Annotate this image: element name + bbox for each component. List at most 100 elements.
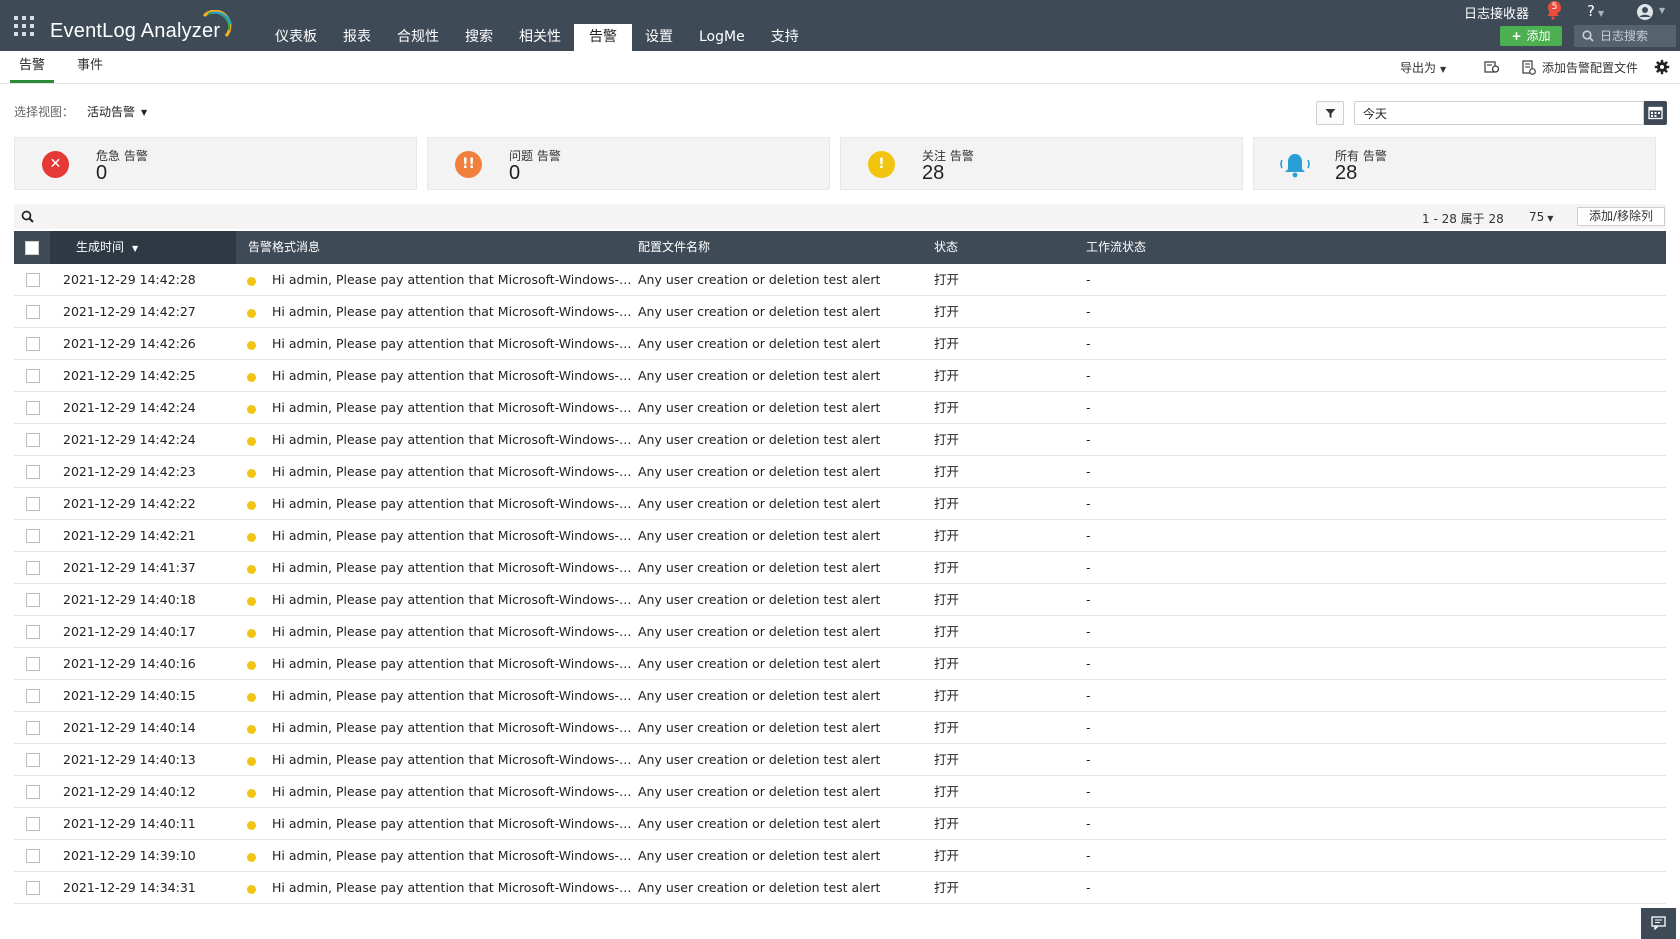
cell-profile[interactable]: Any user creation or deletion test alert — [638, 456, 880, 487]
cell-message[interactable]: Hi admin, Please pay attention that Micr… — [272, 648, 632, 679]
cell-profile[interactable]: Any user creation or deletion test alert — [638, 360, 880, 391]
table-row[interactable]: 2021-12-29 14:40:14 Hi admin, Please pay … — [14, 712, 1666, 744]
table-row[interactable]: 2021-12-29 14:42:27 Hi admin, Please pay … — [14, 296, 1666, 328]
table-row[interactable]: 2021-12-29 14:40:16 Hi admin, Please pay … — [14, 648, 1666, 680]
cell-profile[interactable]: Any user creation or deletion test alert — [638, 552, 880, 583]
cell-message[interactable]: Hi admin, Please pay attention that Micr… — [272, 808, 632, 839]
cell-message[interactable]: Hi admin, Please pay attention that Micr… — [272, 520, 632, 551]
row-checkbox[interactable] — [26, 785, 40, 799]
row-checkbox[interactable] — [26, 305, 40, 319]
table-row[interactable]: 2021-12-29 14:42:25 Hi admin, Please pay … — [14, 360, 1666, 392]
cell-profile[interactable]: Any user creation or deletion test alert — [638, 392, 880, 423]
row-checkbox[interactable] — [26, 593, 40, 607]
cell-message[interactable]: Hi admin, Please pay attention that Micr… — [272, 392, 632, 423]
table-row[interactable]: 2021-12-29 14:40:11 Hi admin, Please pay … — [14, 808, 1666, 840]
cell-profile[interactable]: Any user creation or deletion test alert — [638, 872, 880, 903]
report-view-icon[interactable] — [1484, 60, 1500, 74]
attention-alerts-card[interactable]: ! 关注 告警 28 — [840, 137, 1243, 190]
cell-profile[interactable]: Any user creation or deletion test alert — [638, 776, 880, 807]
cell-profile[interactable]: Any user creation or deletion test alert — [638, 840, 880, 871]
cell-message[interactable]: Hi admin, Please pay attention that Micr… — [272, 872, 632, 903]
column-header-time[interactable]: 生成时间 ▼ — [50, 231, 236, 264]
document-add-icon[interactable] — [1522, 60, 1536, 75]
calendar-button[interactable] — [1644, 101, 1667, 125]
log-search-box[interactable]: 日志搜索 — [1574, 25, 1676, 47]
row-checkbox[interactable] — [26, 657, 40, 671]
cell-profile[interactable]: Any user creation or deletion test alert — [638, 488, 880, 519]
cell-message[interactable]: Hi admin, Please pay attention that Micr… — [272, 456, 632, 487]
cell-profile[interactable]: Any user creation or deletion test alert — [638, 424, 880, 455]
table-row[interactable]: 2021-12-29 14:42:21 Hi admin, Please pay … — [14, 520, 1666, 552]
row-checkbox[interactable] — [26, 849, 40, 863]
row-checkbox[interactable] — [26, 433, 40, 447]
date-range-input[interactable] — [1354, 101, 1644, 125]
table-row[interactable]: 2021-12-29 14:42:28 Hi admin, Please pay … — [14, 264, 1666, 296]
table-row[interactable]: 2021-12-29 14:42:26 Hi admin, Please pay … — [14, 328, 1666, 360]
filter-button[interactable] — [1316, 101, 1344, 125]
all-alerts-card[interactable]: 所有 告警 28 — [1253, 137, 1656, 190]
cell-profile[interactable]: Any user creation or deletion test alert — [638, 296, 880, 327]
row-checkbox[interactable] — [26, 721, 40, 735]
row-checkbox[interactable] — [26, 369, 40, 383]
row-checkbox[interactable] — [26, 753, 40, 767]
cell-profile[interactable]: Any user creation or deletion test alert — [638, 744, 880, 775]
row-checkbox[interactable] — [26, 401, 40, 415]
table-row[interactable]: 2021-12-29 14:42:22 Hi admin, Please pay … — [14, 488, 1666, 520]
select-all-checkbox[interactable] — [25, 241, 39, 255]
cell-message[interactable]: Hi admin, Please pay attention that Micr… — [272, 424, 632, 455]
cell-message[interactable]: Hi admin, Please pay attention that Micr… — [272, 296, 632, 327]
column-header-workflow[interactable]: 工作流状态 — [1086, 231, 1146, 264]
nav-item[interactable]: 支持 — [758, 24, 812, 51]
row-checkbox[interactable] — [26, 817, 40, 831]
row-checkbox[interactable] — [26, 529, 40, 543]
chat-button[interactable] — [1641, 908, 1676, 939]
table-row[interactable]: 2021-12-29 14:40:13 Hi admin, Please pay … — [14, 744, 1666, 776]
cell-message[interactable]: Hi admin, Please pay attention that Micr… — [272, 744, 632, 775]
table-row[interactable]: 2021-12-29 14:34:31 Hi admin, Please pay … — [14, 872, 1666, 904]
apps-grid-icon[interactable] — [14, 16, 34, 36]
cell-message[interactable]: Hi admin, Please pay attention that Micr… — [272, 840, 632, 871]
cell-message[interactable]: Hi admin, Please pay attention that Micr… — [272, 776, 632, 807]
cell-profile[interactable]: Any user creation or deletion test alert — [638, 584, 880, 615]
cell-message[interactable]: Hi admin, Please pay attention that Micr… — [272, 712, 632, 743]
add-remove-columns-button[interactable]: 添加/移除列 — [1577, 207, 1665, 226]
cell-profile[interactable]: Any user creation or deletion test alert — [638, 520, 880, 551]
row-checkbox[interactable] — [26, 561, 40, 575]
cell-message[interactable]: Hi admin, Please pay attention that Micr… — [272, 616, 632, 647]
tab-alerts[interactable]: 告警 — [10, 51, 54, 83]
view-select-dropdown[interactable]: 活动告警 ▼ — [87, 103, 147, 120]
cell-profile[interactable]: Any user creation or deletion test alert — [638, 808, 880, 839]
cell-message[interactable]: Hi admin, Please pay attention that Micr… — [272, 680, 632, 711]
cell-message[interactable]: Hi admin, Please pay attention that Micr… — [272, 360, 632, 391]
cell-message[interactable]: Hi admin, Please pay attention that Micr… — [272, 584, 632, 615]
row-checkbox[interactable] — [26, 465, 40, 479]
log-receiver-link[interactable]: 日志接收器 — [1464, 3, 1529, 22]
trouble-alerts-card[interactable]: !! 问题 告警 0 — [427, 137, 830, 190]
row-checkbox[interactable] — [26, 273, 40, 287]
nav-item[interactable]: LogMe — [686, 24, 758, 51]
add-alert-profile-link[interactable]: 添加告警配置文件 — [1542, 59, 1638, 76]
table-row[interactable]: 2021-12-29 14:42:23 Hi admin, Please pay … — [14, 456, 1666, 488]
table-row[interactable]: 2021-12-29 14:40:15 Hi admin, Please pay … — [14, 680, 1666, 712]
cell-message[interactable]: Hi admin, Please pay attention that Micr… — [272, 552, 632, 583]
row-checkbox[interactable] — [26, 497, 40, 511]
nav-item[interactable]: 仪表板 — [262, 24, 330, 51]
cell-profile[interactable]: Any user creation or deletion test alert — [638, 264, 880, 295]
tab-events[interactable]: 事件 — [68, 51, 112, 83]
row-checkbox[interactable] — [26, 881, 40, 895]
export-menu[interactable]: 导出为 ▼ — [1400, 59, 1446, 76]
page-size-select[interactable]: 75 ▼ — [1529, 210, 1553, 224]
table-row[interactable]: 2021-12-29 14:40:17 Hi admin, Please pay … — [14, 616, 1666, 648]
cell-profile[interactable]: Any user creation or deletion test alert — [638, 648, 880, 679]
table-row[interactable]: 2021-12-29 14:40:18 Hi admin, Please pay … — [14, 584, 1666, 616]
cell-message[interactable]: Hi admin, Please pay attention that Micr… — [272, 488, 632, 519]
nav-item[interactable]: 报表 — [330, 24, 384, 51]
cell-message[interactable]: Hi admin, Please pay attention that Micr… — [272, 328, 632, 359]
cell-message[interactable]: Hi admin, Please pay attention that Micr… — [272, 264, 632, 295]
gear-icon[interactable] — [1654, 59, 1670, 75]
nav-item[interactable]: 相关性 — [506, 24, 574, 51]
table-row[interactable]: 2021-12-29 14:40:12 Hi admin, Please pay … — [14, 776, 1666, 808]
cell-profile[interactable]: Any user creation or deletion test alert — [638, 680, 880, 711]
cell-profile[interactable]: Any user creation or deletion test alert — [638, 328, 880, 359]
nav-item[interactable]: 搜索 — [452, 24, 506, 51]
